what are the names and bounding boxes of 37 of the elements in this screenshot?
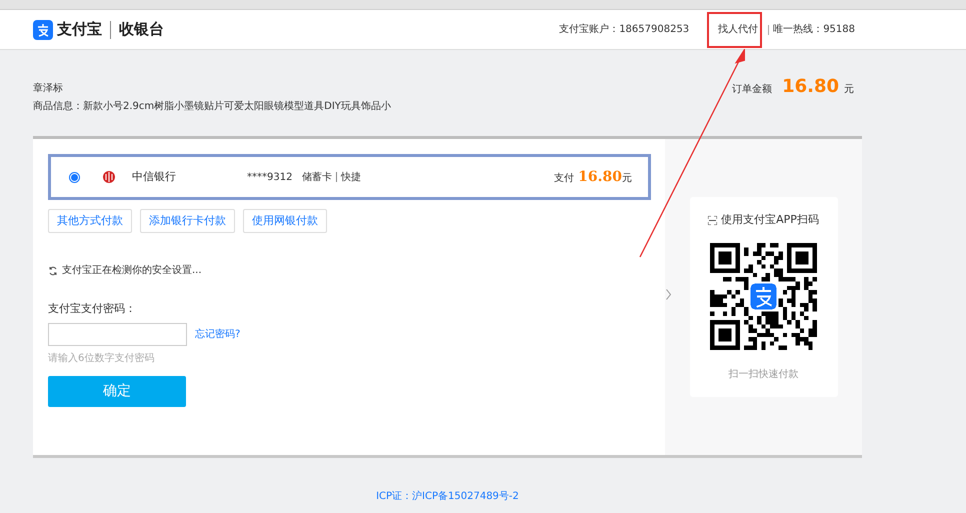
currency-text: 元 bbox=[622, 172, 632, 186]
product-info: 商品信息：新款小号2.9cm树脂小墨镜贴片可爱太阳眼镜模型道具DIY玩具饰品小 bbox=[33, 100, 391, 114]
icp-license-link[interactable]: ICP证：沪ICP备15027489号-2 bbox=[376, 491, 519, 502]
password-hint: 请输入6位数字支付密码 bbox=[48, 352, 156, 366]
password-label: 支付宝支付密码： bbox=[48, 301, 137, 317]
pay-amount: 16.80 bbox=[578, 168, 622, 186]
qr-title: 使用支付宝APP扫码 bbox=[721, 212, 819, 228]
payment-method-option[interactable]: 中信银行 ****9312 储蓄卡 快捷 支付 16.80元 bbox=[48, 154, 651, 200]
qr-caption: 扫一扫快速付款 bbox=[728, 368, 798, 382]
pay-label: 支付 bbox=[554, 172, 574, 186]
order-amount-label: 订单金额 bbox=[732, 82, 772, 97]
account-number: 18657908253 bbox=[619, 23, 690, 37]
scan-icon bbox=[708, 216, 718, 225]
security-check-text: 支付宝正在检测你的安全设置... bbox=[62, 264, 202, 278]
order-amount: 16.80 bbox=[782, 75, 839, 99]
payment-option-button[interactable]: 添加银行卡付款 bbox=[140, 209, 235, 233]
card-number: ****9312 bbox=[247, 170, 294, 184]
hotline-text: 唯一热线：95188 bbox=[773, 22, 855, 37]
payer-name: 章泽标 bbox=[33, 82, 64, 96]
page-title: 收银台 bbox=[119, 19, 164, 40]
account-label: 支付宝账户： bbox=[559, 22, 620, 37]
bank-logo-icon bbox=[103, 171, 115, 183]
card-type: 储蓄卡 bbox=[302, 170, 332, 184]
confirm-button[interactable]: 确定 bbox=[48, 376, 186, 406]
payment-option-button[interactable]: 其他方式付款 bbox=[48, 209, 132, 233]
password-field[interactable] bbox=[48, 322, 187, 346]
radio-button[interactable] bbox=[69, 172, 80, 182]
bank-name: 中信银行 bbox=[132, 168, 177, 185]
payment-channel: 快捷 bbox=[341, 170, 361, 184]
annotation-highlight-box bbox=[707, 12, 762, 48]
logo-text: 支付宝 bbox=[57, 19, 102, 40]
find-payer-link[interactable]: 找人代付 bbox=[718, 24, 758, 35]
currency-text: 元 bbox=[844, 83, 854, 97]
forgot-password-link[interactable]: 忘记密码? bbox=[195, 326, 240, 342]
payment-option-button[interactable]: 使用网银付款 bbox=[243, 209, 327, 233]
refresh-icon bbox=[48, 266, 58, 276]
logo-icon bbox=[33, 20, 53, 40]
